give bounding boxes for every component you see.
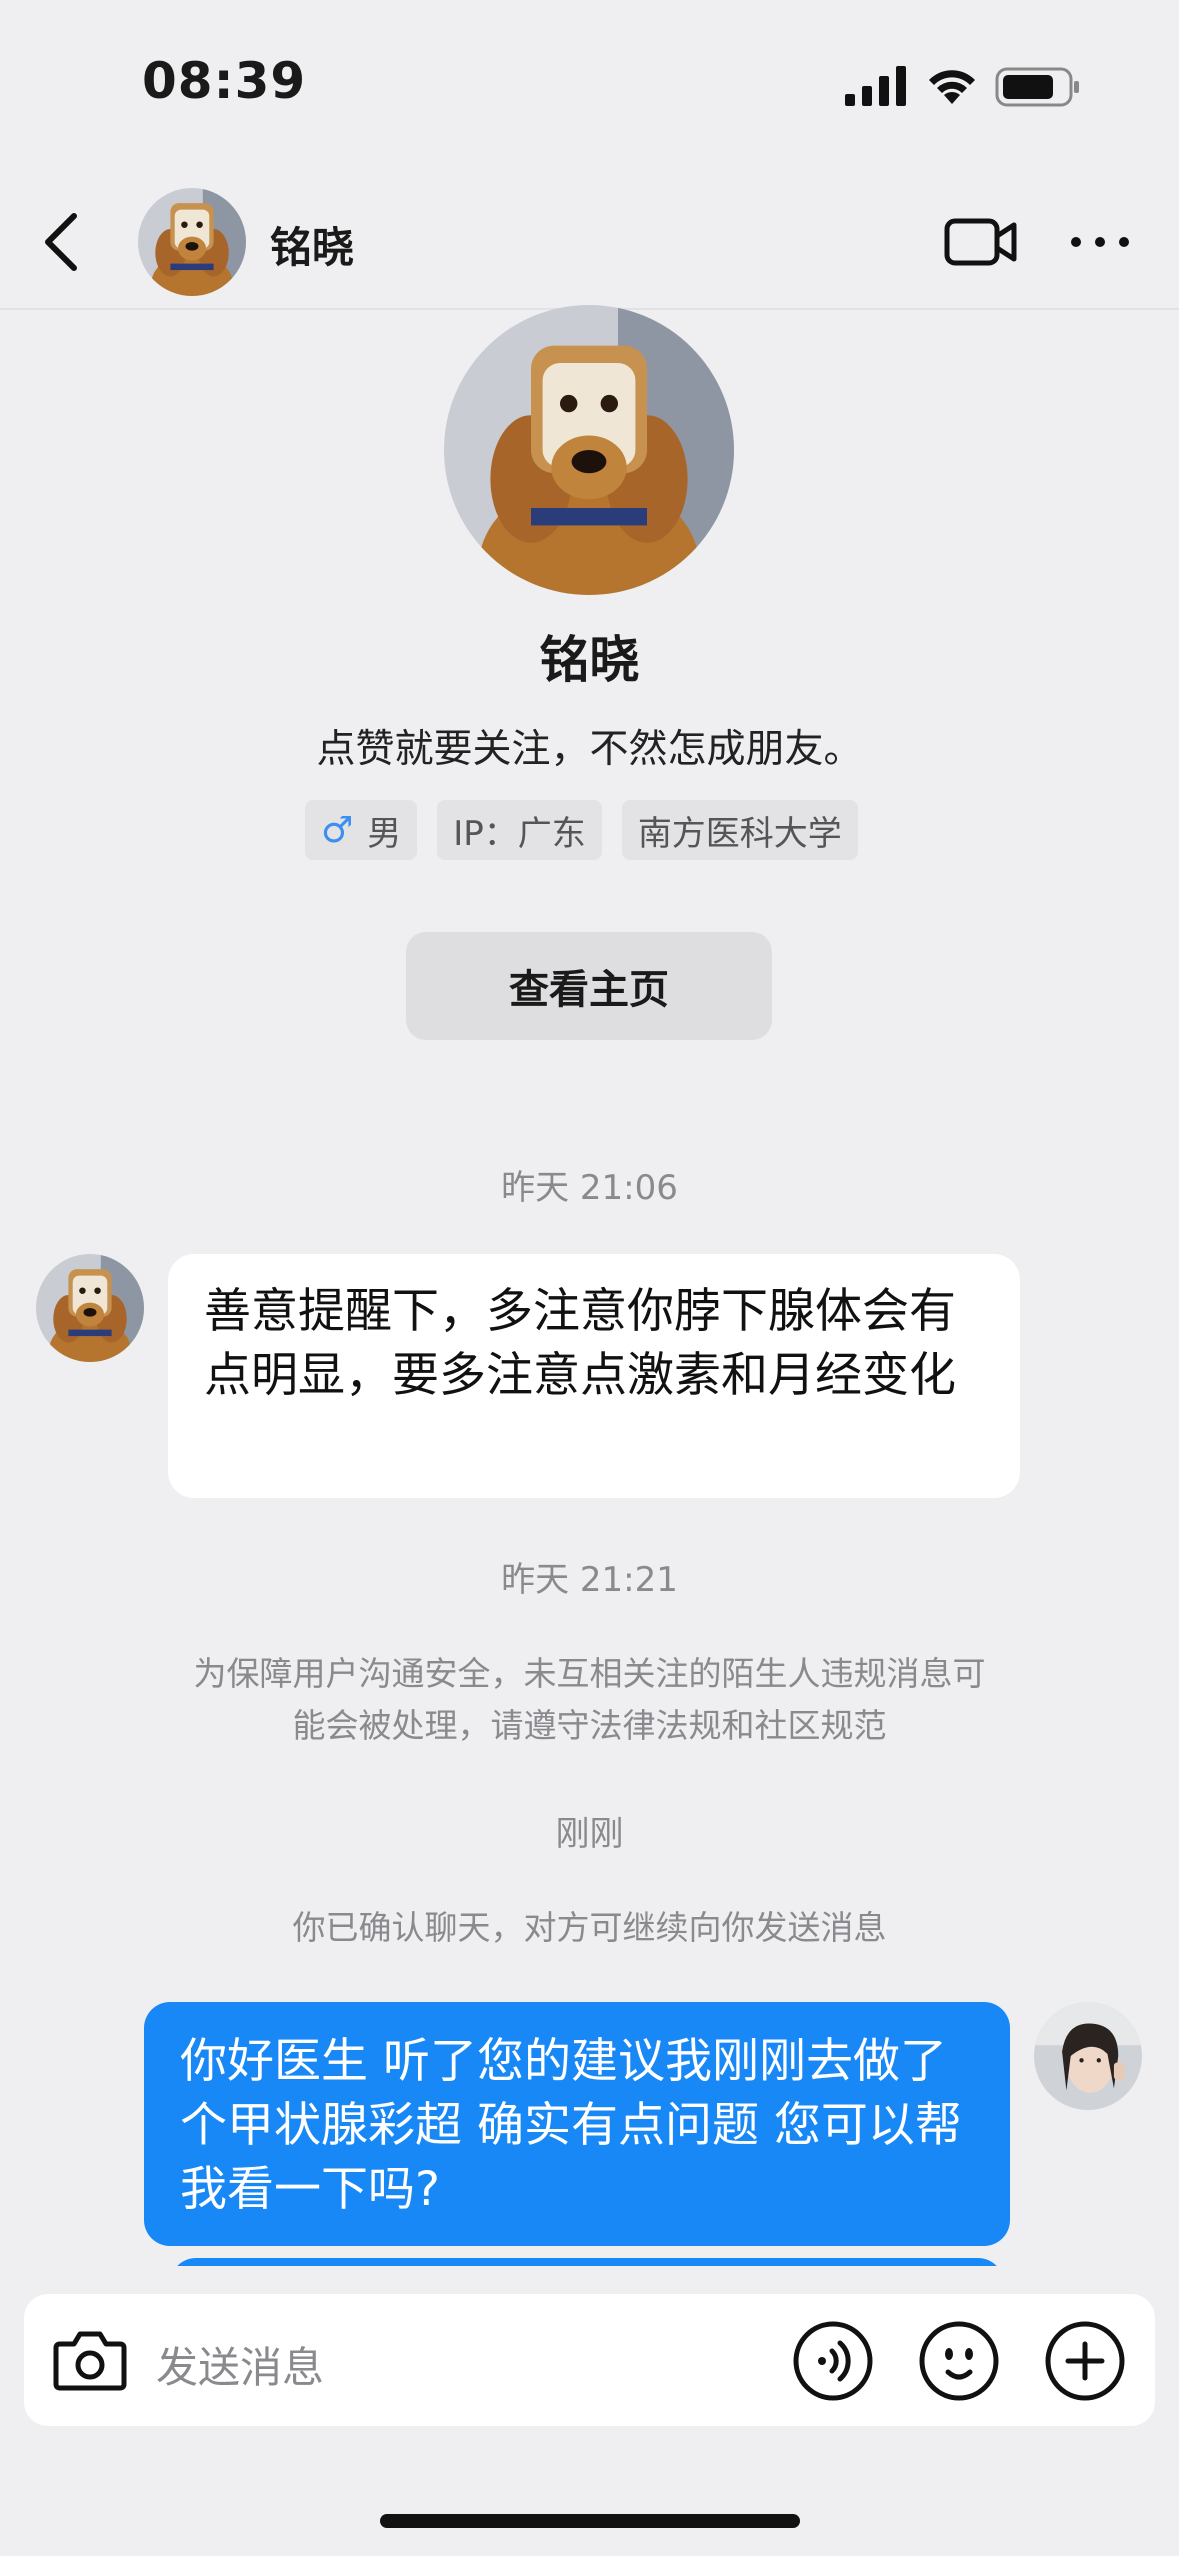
battery-icon [995,67,1079,107]
safety-notice-line-2: 能会被处理，请遵守法律法规和社区规范 [292,1706,887,1745]
my-avatar[interactable] [1034,2002,1142,2110]
voice-icon[interactable] [792,2320,874,2402]
back-icon[interactable] [38,210,88,274]
gender-tag: ♂ 男 [305,800,418,860]
timestamp: 刚刚 [555,1814,624,1854]
camera-icon[interactable] [50,2320,130,2400]
confirm-notice: 你已确认聊天，对方可继续向你发送消息 [292,1908,887,1947]
profile-name: 铭晓 [539,631,640,689]
wifi-icon [929,70,975,104]
outgoing-message-bubble[interactable]: 你好医生 听了您的建议我刚刚去做了个甲状腺彩超 确实有点问题 您可以帮我看一下吗… [144,2002,1010,2246]
status-bar: 08:39 [0,0,1179,170]
safety-notice-line-1: 为保障用户沟通安全，未互相关注的陌生人违规消息可 [193,1654,986,1693]
more-options-icon[interactable] [1068,224,1132,260]
school-tag: 南方医科大学 [621,800,858,860]
timestamp: 昨天 21:06 [501,1168,678,1208]
emoji-icon[interactable] [918,2320,1000,2402]
ip-tag: IP：广东 [437,800,602,860]
plus-icon[interactable] [1044,2320,1126,2402]
gender-label: 男 [367,813,402,854]
timestamp: 昨天 21:21 [501,1560,678,1600]
message-input-placeholder[interactable]: 发送消息 [156,2334,324,2395]
video-call-icon[interactable] [944,216,1018,268]
male-icon: ♂ [321,809,354,851]
profile-bio: 点赞就要关注，不然怎成朋友。 [316,727,863,772]
sender-avatar[interactable] [36,1254,144,1362]
profile-avatar[interactable] [444,305,734,595]
profile-tags: ♂ 男 IP：广东 南方医科大学 [305,800,858,860]
header-contact-name[interactable]: 铭晓 [270,214,354,275]
incoming-message-bubble[interactable]: 善意提醒下，多注意你脖下腺体会有点明显，要多注意点激素和月经变化 [168,1254,1020,1498]
chat-header: 铭晓 [0,170,1179,310]
cellular-signal-icon [845,66,906,106]
view-profile-button[interactable]: 查看主页 [406,932,772,1040]
home-indicator [380,2514,800,2528]
status-time: 08:39 [142,52,307,110]
header-avatar[interactable] [138,188,246,296]
